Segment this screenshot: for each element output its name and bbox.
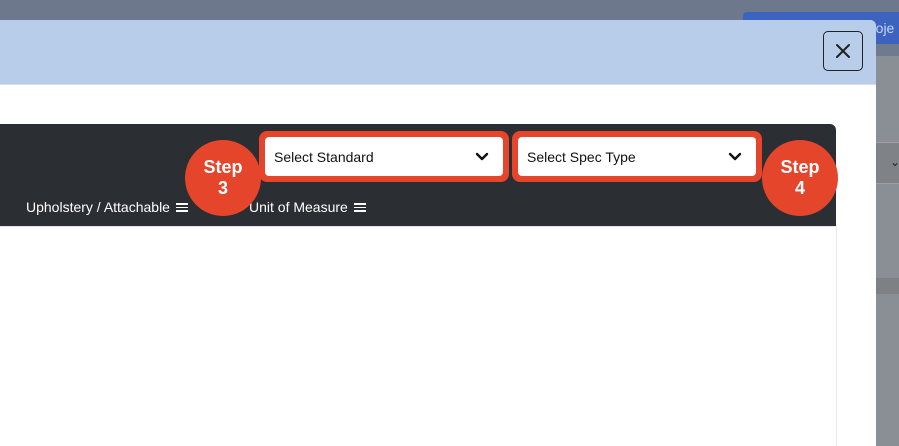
menu-icon[interactable] xyxy=(175,202,188,212)
step-badge-number: 3 xyxy=(217,178,228,198)
step-3-badge: Step 3 xyxy=(185,140,261,216)
menu-icon[interactable] xyxy=(353,202,366,212)
column-header-upholstery[interactable]: Upholstery / Attachable xyxy=(26,199,188,215)
step-badge-word: Step xyxy=(203,157,243,177)
select-standard-highlight: Select Standard xyxy=(259,131,509,182)
close-icon xyxy=(836,44,850,58)
column-header-label: Upholstery / Attachable xyxy=(26,199,170,215)
step-4-badge: Step 4 xyxy=(762,140,838,216)
close-button[interactable] xyxy=(823,31,863,71)
step-badge-number: 4 xyxy=(794,178,805,198)
column-header-label: Unit of Measure xyxy=(249,199,348,215)
chevron-down-icon xyxy=(728,152,742,160)
modal-header xyxy=(0,20,876,84)
select-spec-type-label: Select Spec Type xyxy=(527,148,636,165)
table-right-edge xyxy=(836,226,837,446)
select-standard-label: Select Standard xyxy=(274,148,374,165)
chevron-down-icon: ⌄ xyxy=(890,155,899,169)
background-panel-band xyxy=(876,278,899,294)
select-spec-type-dropdown[interactable]: Select Spec Type xyxy=(518,137,756,176)
table-body-divider xyxy=(0,226,836,227)
step-badge-word: Step xyxy=(780,157,820,177)
modal-header-divider xyxy=(0,84,876,85)
modal-dialog: Upholstery / Attachable Unit of Measure … xyxy=(0,20,876,446)
select-spec-type-highlight: Select Spec Type xyxy=(512,131,762,182)
column-header-unit-of-measure[interactable]: Unit of Measure xyxy=(249,199,366,215)
chevron-down-icon xyxy=(475,152,489,160)
background-right-panel: ⌄ xyxy=(876,56,899,446)
select-standard-dropdown[interactable]: Select Standard xyxy=(265,137,503,176)
